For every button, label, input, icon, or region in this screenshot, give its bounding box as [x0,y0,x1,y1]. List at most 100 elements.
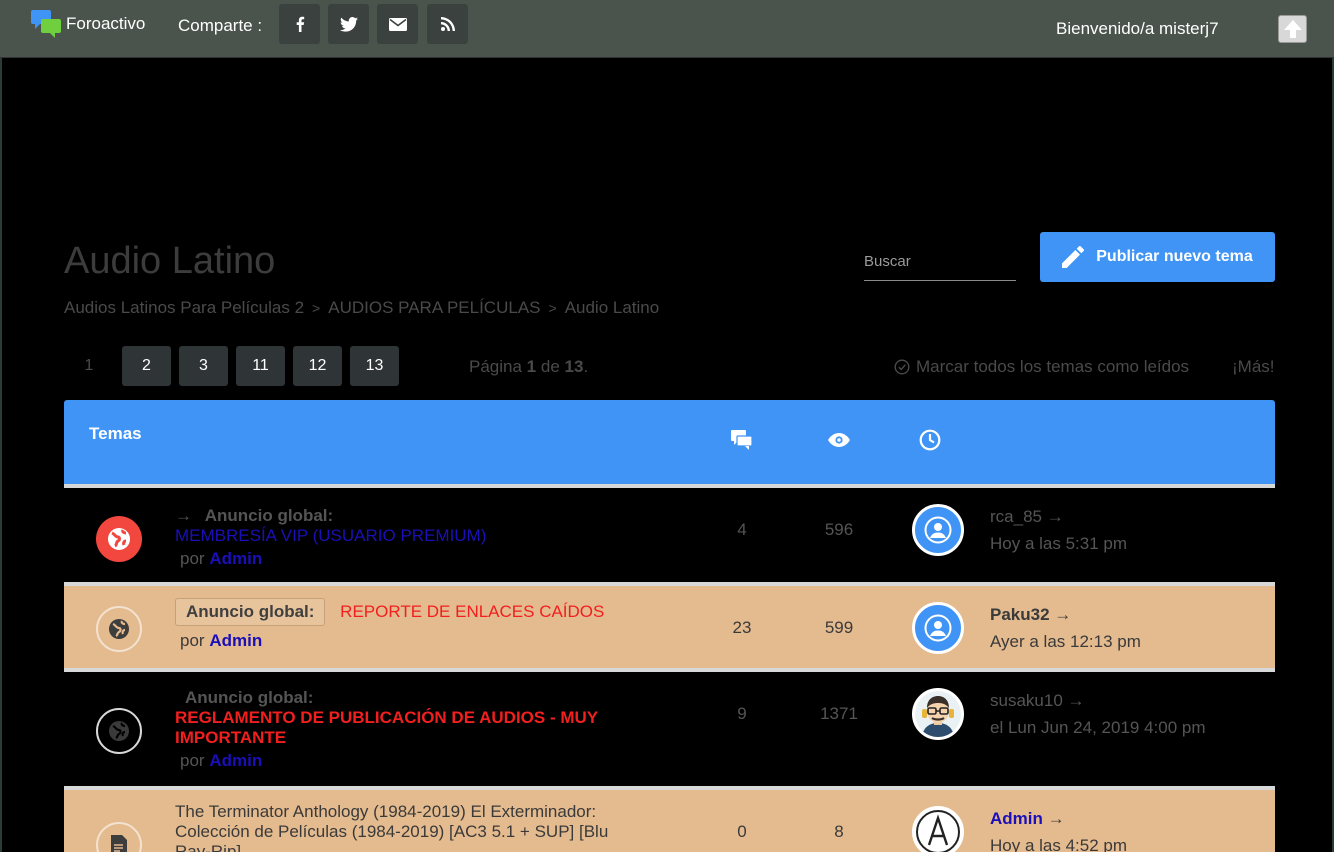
last-post-user[interactable]: Admin → [990,809,1065,829]
arrow-right-icon: → [175,506,192,525]
views-eye-icon [828,433,850,447]
topic-cell: Anuncio global: REGLAMENTO DE PUBLICACIÓ… [175,688,598,771]
by-label: por [180,751,205,770]
replies-icon [731,430,753,450]
chevron-right-icon: > [548,300,557,316]
replies-count: 4 [737,520,747,539]
views-count: 596 [824,520,854,539]
last-post-user-name: Admin [990,809,1043,828]
page-info-prefix: Página [469,357,522,376]
arrow-right-icon: → [1047,809,1065,828]
new-topic-button[interactable]: Publicar nuevo tema [1040,232,1275,282]
last-post-time: Hoy a las 5:31 pm [990,534,1128,553]
last-post-user[interactable]: rca_85 → [990,507,1064,527]
breadcrumb-item[interactable]: AUDIOS PARA PELÍCULAS [328,298,540,318]
chevron-right-icon: > [312,300,321,316]
announcement-label: Anuncio global: [175,598,326,626]
page-info-suffix: . [583,357,589,376]
avatar[interactable] [912,504,964,556]
logo[interactable]: Foroactivo [30,8,145,38]
mark-all-read-label: Marcar todos los temas como leídos [916,357,1190,376]
views-count: 599 [824,618,854,637]
mark-all-read-link[interactable]: Marcar todos los temas como leídos [894,357,1189,377]
author-link[interactable]: Admin [209,631,262,650]
pencil-icon [1062,246,1085,268]
chat-bubbles-icon [30,8,62,38]
facebook-icon [296,16,304,32]
more-link[interactable]: ¡Más! [1232,357,1275,377]
pagination: 1 2 3 11 12 13 [64,346,399,386]
document-icon [96,822,142,852]
table-row[interactable]: The Terminator Anthology (1984-2019) El … [64,786,1275,852]
page-info-total: 13 [564,357,584,376]
share-rss-button[interactable] [427,4,468,44]
avatar[interactable] [912,688,964,740]
table-row[interactable]: → Anuncio global: MEMBRESÍA VIP (USUARIO… [64,484,1275,582]
topic-cell: Anuncio global: REPORTE DE ENLACES CAÍDO… [175,598,604,651]
page-link[interactable]: 2 [122,346,171,386]
user-cartoon-avatar-icon [915,691,961,737]
page-link[interactable]: 12 [293,346,342,386]
announcement-label: Anuncio global: [185,688,314,707]
last-post-time: el Lun Jun 24, 2019 4:00 pm [990,718,1206,737]
last-post-user[interactable]: susaku10 → [990,691,1085,711]
page-info: Página 1 de 13. [469,357,588,377]
page-info-current: 1 [526,357,537,376]
topic-title-line: Ray-Rip] [175,842,242,852]
last-post-user-name: rca_85 [990,507,1042,526]
topic-title-line: The Terminator Anthology (1984-2019) El … [175,802,597,821]
share-email-button[interactable] [377,4,418,44]
arrow-up-icon [1283,20,1302,38]
replies-count: 0 [737,822,747,841]
last-post-time: Ayer a las 12:13 pm [990,632,1141,651]
topic-title-link[interactable]: REPORTE DE ENLACES CAÍDOS [340,602,604,621]
topic-title-link[interactable]: MEMBRESÍA VIP (USUARIO PREMIUM) [175,526,486,546]
globe-icon [96,516,142,562]
avatar[interactable] [912,806,964,852]
replies-count: 9 [737,704,747,723]
twitter-icon [339,16,358,32]
by-label: por [180,549,205,568]
topics-header-label: Temas [89,424,142,443]
email-icon [388,17,407,31]
views-count: 1371 [820,704,858,723]
topic-title-link[interactable]: REGLAMENTO DE PUBLICACIÓN DE AUDIOS - MU… [175,708,598,748]
rss-icon [440,17,455,31]
check-circle-icon [894,359,910,375]
topic-cell: → Anuncio global: MEMBRESÍA VIP (USUARIO… [175,506,486,569]
topic-title-line: Colección de Películas (1984-2019) [AC3 … [175,822,609,841]
last-post-user-name: Paku32 [990,605,1050,624]
page-link[interactable]: 3 [179,346,228,386]
arrow-right-icon: → [1067,691,1085,710]
table-row[interactable]: Anuncio global: REGLAMENTO DE PUBLICACIÓ… [64,668,1275,786]
author-link[interactable]: Admin [209,751,262,770]
share-label: Comparte : [178,16,263,35]
breadcrumb-item[interactable]: Audio Latino [565,298,660,318]
user-default-icon [924,614,952,642]
last-post-user[interactable]: Paku32 → [990,605,1071,625]
share-twitter-button[interactable] [328,4,369,44]
search-input[interactable] [864,243,1016,281]
welcome-message: Bienvenido/a misterj7 [1056,19,1219,38]
share-facebook-button[interactable] [279,4,320,44]
arrow-right-icon: → [1046,507,1064,526]
globe-icon [96,606,142,652]
by-label: por [180,631,205,650]
page-title: Audio Latino [64,240,276,282]
clock-icon [919,429,941,451]
page-info-middle: de [540,357,560,376]
table-row[interactable]: Anuncio global: REPORTE DE ENLACES CAÍDO… [64,582,1275,668]
page-left-edge [0,58,2,852]
author-link[interactable]: Admin [209,549,262,568]
replies-count: 23 [732,618,752,637]
globe-icon [96,708,142,754]
page-link[interactable]: 13 [350,346,399,386]
page-current: 1 [84,357,94,374]
logo-text: Foroactivo [66,14,146,33]
top-bar: Foroactivo Comparte : Bienvenido/a miste… [0,0,1334,58]
scroll-top-button[interactable] [1278,15,1307,43]
topic-title-link[interactable]: The Terminator Anthology (1984-2019) El … [175,802,608,852]
avatar[interactable] [912,602,964,654]
breadcrumb-item[interactable]: Audios Latinos Para Películas 2 [64,298,304,318]
page-link[interactable]: 11 [236,346,285,386]
